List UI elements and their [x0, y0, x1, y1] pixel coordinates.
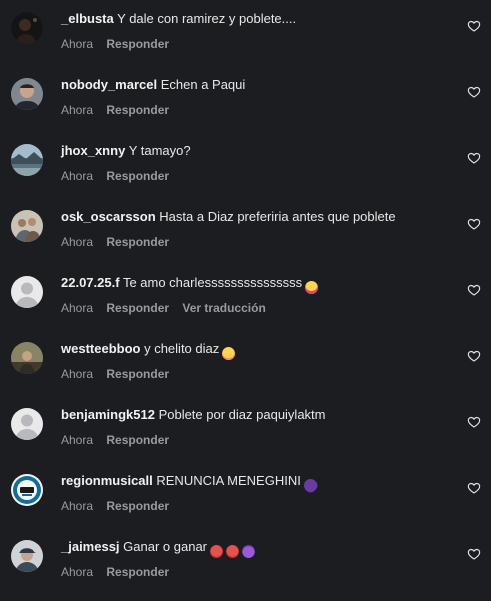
- devil-emoji: devil-emoji: [242, 545, 256, 558]
- comment-body: _elbusta Y dale con ramirez y poblete...…: [61, 11, 296, 27]
- avatar[interactable]: [11, 12, 43, 44]
- comment-text: Hasta a Diaz preferiria antes que poblet…: [159, 209, 396, 224]
- comment-text: RENUNCIA MENEGHINI: [156, 473, 301, 488]
- like-heart-icon[interactable]: [467, 547, 481, 561]
- reply-button[interactable]: Responder: [106, 499, 169, 513]
- like-heart-icon[interactable]: [467, 481, 481, 495]
- comment-username[interactable]: jhox_xnny: [61, 143, 125, 158]
- comment-body: osk_oscarsson Hasta a Diaz preferiria an…: [61, 209, 396, 225]
- like-heart-icon[interactable]: [467, 19, 481, 33]
- like-heart-icon[interactable]: [467, 349, 481, 363]
- avatar[interactable]: [11, 408, 43, 440]
- reply-button[interactable]: Responder: [106, 301, 169, 315]
- comment-item: westteebboo y chelito diazflushed-emoji …: [0, 330, 491, 396]
- comment-body: regionmusicall RENUNCIA MENEGHINIpurple-…: [61, 473, 320, 495]
- comment-item: osk_oscarsson Hasta a Diaz preferiria an…: [0, 198, 491, 264]
- reply-button[interactable]: Responder: [106, 103, 169, 117]
- comment-meta: Ahora Responder Ver traducción: [61, 301, 276, 316]
- comment-username[interactable]: benjamingk512: [61, 407, 155, 422]
- star-struck-emoji: star-struck-emoji: [305, 281, 319, 294]
- comment-meta: Ahora Responder: [61, 103, 179, 118]
- flushed-emoji: flushed-emoji: [222, 347, 236, 360]
- comment-username[interactable]: 22.07.25.f: [61, 275, 120, 290]
- comment-item: nobody_marcel Echen a Paqui Ahora Respon…: [0, 66, 491, 132]
- purple-heart-emoji: purple-heart-emoji: [301, 476, 320, 495]
- comment-body: 22.07.25.f Te amo charlessssssssssssssss…: [61, 275, 319, 294]
- comment-time: Ahora: [61, 103, 94, 117]
- comment-body: benjamingk512 Poblete por diaz paquiylak…: [61, 407, 326, 423]
- comment-meta: Ahora Responder: [61, 433, 179, 448]
- comment-text: Ganar o ganar: [123, 539, 208, 554]
- comment-meta: Ahora Responder: [61, 235, 179, 250]
- angry-face-emoji: angry-face-emoji: [226, 545, 240, 558]
- avatar[interactable]: [11, 474, 43, 506]
- reply-button[interactable]: Responder: [106, 565, 169, 579]
- comment-body: nobody_marcel Echen a Paqui: [61, 77, 245, 93]
- comment-time: Ahora: [61, 433, 94, 447]
- comment-item: _jaimessj Ganar o ganarangry-face-emojia…: [0, 528, 491, 594]
- comment-text: Y dale con ramirez y poblete....: [117, 11, 297, 26]
- comment-username[interactable]: westteebboo: [61, 341, 140, 356]
- comment-text: Te amo charlesssssssssssssss: [122, 275, 303, 290]
- comment-text: Poblete por diaz paquiylaktm: [158, 407, 326, 422]
- comment-time: Ahora: [61, 301, 94, 315]
- comment-username[interactable]: _jaimessj: [61, 539, 120, 554]
- comment-text: Echen a Paqui: [160, 77, 246, 92]
- comment-time: Ahora: [61, 235, 94, 249]
- comment-text: y chelito diaz: [144, 341, 220, 356]
- comment-time: Ahora: [61, 37, 94, 51]
- comment-time: Ahora: [61, 565, 94, 579]
- like-heart-icon[interactable]: [467, 85, 481, 99]
- comment-time: Ahora: [61, 367, 94, 381]
- comment-username[interactable]: _elbusta: [61, 11, 114, 26]
- reply-button[interactable]: Responder: [106, 169, 169, 183]
- comment-body: westteebboo y chelito diazflushed-emoji: [61, 341, 236, 360]
- comment-username[interactable]: nobody_marcel: [61, 77, 157, 92]
- comment-time: Ahora: [61, 499, 94, 513]
- comment-body: _jaimessj Ganar o ganarangry-face-emojia…: [61, 539, 256, 558]
- avatar[interactable]: [11, 540, 43, 572]
- reply-button[interactable]: Responder: [106, 433, 169, 447]
- angry-face-emoji: angry-face-emoji: [210, 545, 224, 558]
- reply-button[interactable]: Responder: [106, 37, 169, 51]
- comment-meta: Ahora Responder: [61, 169, 179, 184]
- comment-meta: Ahora Responder: [61, 367, 179, 382]
- avatar[interactable]: [11, 342, 43, 374]
- avatar[interactable]: [11, 276, 43, 308]
- comment-item: 22.07.25.f Te amo charlessssssssssssssss…: [0, 264, 491, 330]
- reply-button[interactable]: Responder: [106, 367, 169, 381]
- avatar[interactable]: [11, 210, 43, 242]
- comment-item: regionmusicall RENUNCIA MENEGHINIpurple-…: [0, 462, 491, 528]
- comments-list: _elbusta Y dale con ramirez y poblete...…: [0, 0, 491, 601]
- see-translation-button[interactable]: Ver traducción: [182, 301, 265, 315]
- comment-item: _elbusta Y dale con ramirez y poblete...…: [0, 0, 491, 66]
- comment-time: Ahora: [61, 169, 94, 183]
- like-heart-icon[interactable]: [467, 283, 481, 297]
- comment-meta: Ahora Responder: [61, 37, 179, 52]
- comment-item: jhox_xnny Y tamayo? Ahora Responder: [0, 132, 491, 198]
- comment-meta: Ahora Responder: [61, 499, 179, 514]
- avatar[interactable]: [11, 78, 43, 110]
- comment-username[interactable]: regionmusicall: [61, 473, 153, 488]
- like-heart-icon[interactable]: [467, 151, 481, 165]
- comment-item: benjamingk512 Poblete por diaz paquiylak…: [0, 396, 491, 462]
- comment-username[interactable]: osk_oscarsson: [61, 209, 156, 224]
- comment-text: Y tamayo?: [128, 143, 191, 158]
- comment-meta: Ahora Responder: [61, 565, 179, 580]
- comment-body: jhox_xnny Y tamayo?: [61, 143, 191, 159]
- like-heart-icon[interactable]: [467, 217, 481, 231]
- reply-button[interactable]: Responder: [106, 235, 169, 249]
- avatar[interactable]: [11, 144, 43, 176]
- like-heart-icon[interactable]: [467, 415, 481, 429]
